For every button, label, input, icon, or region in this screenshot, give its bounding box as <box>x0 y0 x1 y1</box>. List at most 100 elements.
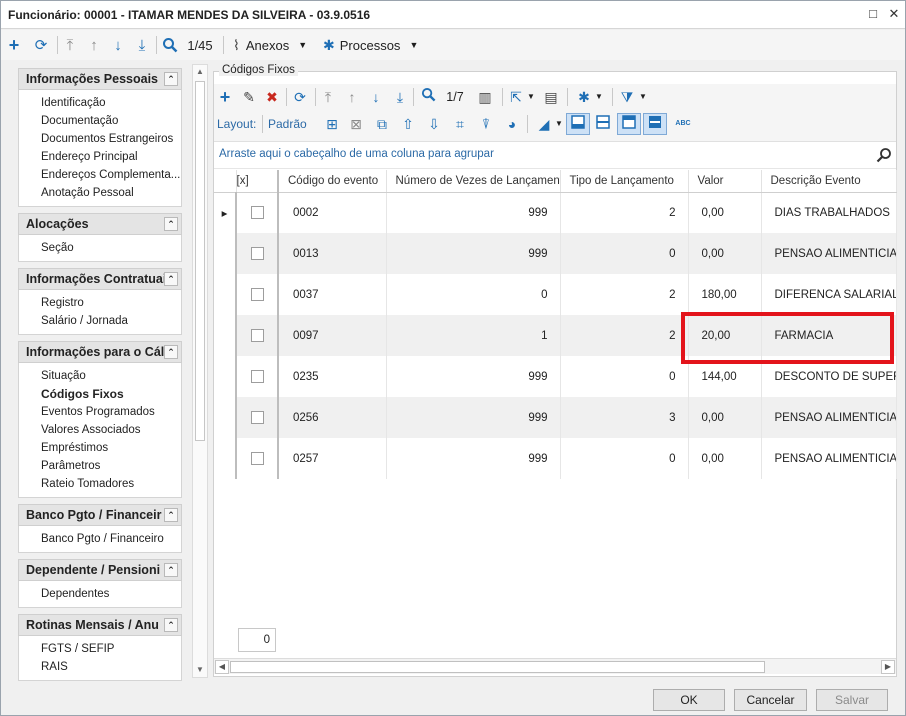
gear-icon[interactable]: ✱ <box>575 87 593 107</box>
nav-item-situacao[interactable]: Situação <box>19 367 181 385</box>
chevron-down-icon[interactable]: ▼ <box>526 87 536 107</box>
cell-tipo[interactable]: 0 <box>560 438 689 479</box>
save-button[interactable]: Salvar <box>816 689 888 711</box>
search-icon[interactable] <box>418 87 438 107</box>
cell-vezes[interactable]: 999 <box>386 356 561 397</box>
processos-button[interactable]: ✱ Processos ▼ <box>323 34 423 56</box>
nav-item-documentacao[interactable]: Documentação <box>19 112 181 130</box>
last-record-icon[interactable]: ⤓ <box>133 34 151 56</box>
cell-valor[interactable]: 0,00 <box>688 192 762 233</box>
edit-icon[interactable]: ✎ <box>241 87 257 107</box>
column-header-descricao[interactable]: Descrição Evento <box>761 170 897 193</box>
cell-descricao[interactable]: FARMACIA <box>761 315 897 356</box>
next-record-icon[interactable]: ↓ <box>368 87 384 107</box>
view-top-panel-icon[interactable] <box>617 113 641 135</box>
table-row[interactable]: ▸ 0002 999 2 0,00 DIAS TRABALHADOS <box>214 192 897 233</box>
row-checkbox[interactable] <box>250 206 264 220</box>
section-header[interactable]: Banco Pgto / Financeir ⌃ <box>18 504 182 526</box>
nav-item-dependentes[interactable]: Dependentes <box>19 585 181 603</box>
table-row[interactable]: 0013 999 0 0,00 PENSAO ALIMENTICIA JU <box>214 233 897 274</box>
row-checkbox[interactable] <box>250 247 264 260</box>
add-icon[interactable]: + <box>217 87 233 107</box>
search-icon[interactable] <box>876 147 892 166</box>
cell-descricao[interactable]: PENSAO ALIMENTICIA JU <box>761 233 897 274</box>
section-header[interactable]: Informações para o Cál ⌃ <box>18 341 182 363</box>
collapse-icon[interactable]: ⌃ <box>164 618 178 632</box>
delete-layout-icon[interactable]: ⊠ <box>348 114 364 134</box>
scrollbar-thumb[interactable] <box>195 81 205 441</box>
collapse-icon[interactable]: ⌃ <box>164 272 178 286</box>
cell-vezes[interactable]: 999 <box>386 438 561 479</box>
table-row[interactable]: 0257 999 0 0,00 PENSAO ALIMENTICIA PA <box>214 438 897 479</box>
nav-item-registro[interactable]: Registro <box>19 294 181 312</box>
cell-vezes[interactable]: 1 <box>386 315 561 356</box>
cell-codigo[interactable]: 0235 <box>278 356 387 397</box>
row-checkbox[interactable] <box>250 411 264 424</box>
cell-vezes[interactable]: 999 <box>386 397 561 438</box>
chevron-down-icon[interactable]: ▼ <box>594 87 604 107</box>
close-icon[interactable]: ✕ <box>885 6 903 22</box>
cell-codigo[interactable]: 0257 <box>278 438 387 479</box>
nav-item-eventos-programados[interactable]: Eventos Programados <box>19 403 181 421</box>
cell-tipo[interactable]: 0 <box>560 233 689 274</box>
first-record-icon[interactable]: ⤒ <box>61 34 79 56</box>
upload-layout-icon[interactable]: ⇧ <box>400 114 416 134</box>
last-record-icon[interactable]: ⤓ <box>392 87 408 107</box>
scroll-down-icon[interactable]: ▼ <box>193 663 207 677</box>
nav-item-secao[interactable]: Seção <box>19 239 181 257</box>
cell-codigo[interactable]: 0002 <box>278 192 387 233</box>
column-header-codigo[interactable]: Código do evento <box>278 170 387 193</box>
row-checkbox-cell[interactable] <box>236 315 279 356</box>
row-checkbox-cell[interactable] <box>236 192 279 233</box>
download-layout-icon[interactable]: ⇩ <box>426 114 442 134</box>
spell-check-icon[interactable]: ABC <box>672 114 694 134</box>
anexos-button[interactable]: ⌇ Anexos ▼ <box>233 34 319 56</box>
column-header-select[interactable]: [x] <box>236 170 279 193</box>
row-checkbox-cell[interactable] <box>236 356 279 397</box>
nav-item-identificacao[interactable]: Identificação <box>19 94 181 112</box>
scrollbar-thumb[interactable] <box>230 661 765 673</box>
cell-vezes[interactable]: 0 <box>386 274 561 315</box>
new-layout-icon[interactable]: ⊞ <box>324 114 340 134</box>
refresh-icon[interactable]: ⟳ <box>31 34 51 56</box>
cell-tipo[interactable]: 2 <box>560 274 689 315</box>
next-record-icon[interactable]: ↓ <box>109 34 127 56</box>
filter-icon[interactable]: ⧩ <box>619 87 635 107</box>
collapse-icon[interactable]: ⌃ <box>164 217 178 231</box>
collapse-icon[interactable]: ⌃ <box>164 563 178 577</box>
save-layout-icon[interactable]: ⧉ <box>374 114 390 134</box>
cell-vezes[interactable]: 999 <box>386 192 561 233</box>
cell-codigo[interactable]: 0013 <box>278 233 387 274</box>
cell-descricao[interactable]: PENSAO ALIMENTICIA 13 <box>761 397 897 438</box>
cancel-button[interactable]: Cancelar <box>734 689 807 711</box>
cell-vezes[interactable]: 999 <box>386 233 561 274</box>
color-icon[interactable]: ◕ <box>504 114 520 134</box>
unpin-icon[interactable]: ⍒ <box>478 114 494 134</box>
cell-descricao[interactable]: DIAS TRABALHADOS <box>761 192 897 233</box>
nav-item-rais[interactable]: RAIS <box>19 658 181 676</box>
collapse-icon[interactable]: ⌃ <box>164 72 178 86</box>
cell-tipo[interactable]: 0 <box>560 356 689 397</box>
cell-tipo[interactable]: 3 <box>560 397 689 438</box>
previous-record-icon[interactable]: ↑ <box>85 34 103 56</box>
nav-item-salario-jornada[interactable]: Salário / Jornada <box>19 312 181 330</box>
scroll-up-icon[interactable]: ▲ <box>193 65 207 79</box>
chart-icon[interactable]: ◢ <box>534 114 554 134</box>
view-bottom-panel-icon[interactable] <box>566 113 590 135</box>
table-row[interactable]: 0235 999 0 144,00 DESCONTO DE SUPERME <box>214 356 897 397</box>
nav-item-rateio-tomadores[interactable]: Rateio Tomadores <box>19 475 181 493</box>
cell-codigo[interactable]: 0097 <box>278 315 387 356</box>
column-header-valor[interactable]: Valor <box>688 170 762 193</box>
layout-select[interactable]: Padrão ▼ <box>268 114 316 150</box>
scroll-right-icon[interactable]: ▶ <box>881 660 895 674</box>
export-icon[interactable]: ⇱ <box>508 87 524 107</box>
chevron-down-icon[interactable]: ▼ <box>638 87 648 107</box>
grid-horizontal-scrollbar[interactable]: ◀ ▶ <box>214 658 896 674</box>
first-record-icon[interactable]: ⤒ <box>320 87 336 107</box>
ok-button[interactable]: OK <box>653 689 725 711</box>
section-header[interactable]: Informações Pessoais ⌃ <box>18 68 182 90</box>
cell-valor[interactable]: 144,00 <box>688 356 762 397</box>
nav-item-endereco-principal[interactable]: Endereço Principal <box>19 148 181 166</box>
nav-item-banco-pgto-financeiro[interactable]: Banco Pgto / Financeiro <box>19 530 181 548</box>
refresh-icon[interactable]: ⟳ <box>291 87 309 107</box>
